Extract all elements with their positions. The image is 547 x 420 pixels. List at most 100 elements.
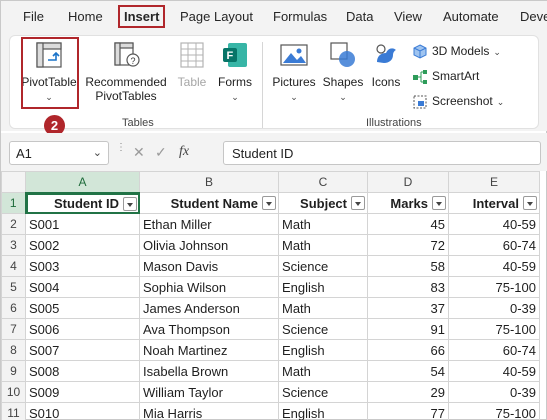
column-header-d[interactable]: D (367, 171, 449, 193)
tab-insert[interactable]: Insert (118, 5, 166, 28)
cell-interval[interactable]: 75-100 (448, 318, 540, 340)
cell-student-name[interactable]: Mia Harris (139, 402, 279, 420)
cell-student-id[interactable]: S007 (25, 339, 140, 361)
cell-subject[interactable]: Science (278, 318, 368, 340)
cell-subject[interactable]: Math (278, 234, 368, 256)
cell-student-name[interactable]: Ethan Miller (139, 213, 279, 235)
cell-interval[interactable]: 75-100 (448, 402, 540, 420)
cell-subject[interactable]: Science (278, 255, 368, 277)
row-header[interactable]: 4 (1, 255, 26, 277)
cell-subject[interactable]: Math (278, 297, 368, 319)
cell-subject[interactable]: Math (278, 213, 368, 235)
formula-input[interactable]: Student ID (223, 141, 541, 165)
cell-subject[interactable]: English (278, 339, 368, 361)
cell-student-id[interactable]: S006 (25, 318, 140, 340)
row-header[interactable]: 2 (1, 213, 26, 235)
tab-automate[interactable]: Automate (443, 9, 499, 24)
cell-student-id[interactable]: S002 (25, 234, 140, 256)
cell-marks[interactable]: 54 (367, 360, 449, 382)
cell-student-name[interactable]: Sophia Wilson (139, 276, 279, 298)
tab-formulas[interactable]: Formulas (273, 9, 327, 24)
cell-student-id[interactable]: S004 (25, 276, 140, 298)
cell-marks[interactable]: 91 (367, 318, 449, 340)
tab-home[interactable]: Home (68, 9, 103, 24)
header-cell-marks[interactable]: Marks (367, 192, 449, 214)
tab-page-layout[interactable]: Page Layout (180, 9, 253, 24)
cell-student-name[interactable]: Noah Martinez (139, 339, 279, 361)
cell-interval[interactable]: 75-100 (448, 276, 540, 298)
cell-student-id[interactable]: S010 (25, 402, 140, 420)
cell-marks[interactable]: 58 (367, 255, 449, 277)
name-box[interactable]: A1 ⌄ (9, 141, 109, 165)
row-header[interactable]: 10 (1, 381, 26, 403)
row-header[interactable]: 1 (1, 192, 27, 214)
cell-marks[interactable]: 29 (367, 381, 449, 403)
cell-marks[interactable]: 83 (367, 276, 449, 298)
row-header[interactable]: 8 (1, 339, 26, 361)
cell-student-name[interactable]: Isabella Brown (139, 360, 279, 382)
screenshot-button[interactable]: Screenshot ⌄ (412, 94, 504, 110)
recommended-pivottables-button[interactable]: ? Recommended PivotTables (83, 40, 169, 103)
cell-student-name[interactable]: Mason Davis (139, 255, 279, 277)
tab-developer[interactable]: Deve (520, 9, 547, 24)
header-cell-subject[interactable]: Subject (278, 192, 368, 214)
filter-dropdown-icon[interactable] (523, 196, 537, 210)
filter-dropdown-icon[interactable] (432, 196, 446, 210)
pictures-button[interactable]: Pictures ⌄ (268, 40, 320, 102)
cell-marks[interactable]: 37 (367, 297, 449, 319)
column-header-a[interactable]: A (25, 171, 140, 194)
cell-subject[interactable]: English (278, 276, 368, 298)
row-header[interactable]: 9 (1, 360, 26, 382)
insert-function-icon[interactable]: fx (179, 144, 189, 160)
3d-models-button[interactable]: 3D Models ⌄ (412, 44, 501, 60)
column-header-c[interactable]: C (278, 171, 368, 193)
cancel-icon[interactable]: ✕ (133, 144, 145, 161)
cell-student-name[interactable]: Ava Thompson (139, 318, 279, 340)
cell-marks[interactable]: 66 (367, 339, 449, 361)
header-cell-student-name[interactable]: Student Name (139, 192, 279, 214)
cell-marks[interactable]: 77 (367, 402, 449, 420)
icons-button[interactable]: Icons (368, 40, 404, 89)
row-header[interactable]: 3 (1, 234, 26, 256)
cell-student-id[interactable]: S008 (25, 360, 140, 382)
forms-button[interactable]: F Forms ⌄ (215, 40, 255, 102)
cell-student-id[interactable]: S003 (25, 255, 140, 277)
filter-dropdown-icon[interactable] (351, 196, 365, 210)
cell-interval[interactable]: 0-39 (448, 297, 540, 319)
column-header-e[interactable]: E (448, 171, 540, 193)
select-all-corner[interactable] (1, 171, 26, 193)
tab-file[interactable]: File (23, 9, 44, 24)
cell-student-id[interactable]: S009 (25, 381, 140, 403)
table-button[interactable]: Table (174, 40, 210, 89)
cell-student-id[interactable]: S005 (25, 297, 140, 319)
cell-student-name[interactable]: James Anderson (139, 297, 279, 319)
tab-view[interactable]: View (394, 9, 422, 24)
cell-interval[interactable]: 60-74 (448, 339, 540, 361)
row-header[interactable]: 11 (1, 402, 26, 420)
row-header[interactable]: 7 (1, 318, 26, 340)
cell-interval[interactable]: 40-59 (448, 255, 540, 277)
enter-icon[interactable]: ✓ (155, 144, 167, 161)
shapes-button[interactable]: Shapes ⌄ (320, 40, 366, 102)
header-cell-student-id[interactable]: Student ID (25, 192, 140, 214)
cell-student-name[interactable]: Olivia Johnson (139, 234, 279, 256)
cell-interval[interactable]: 0-39 (448, 381, 540, 403)
header-cell-interval[interactable]: Interval (448, 192, 540, 214)
cell-interval[interactable]: 40-59 (448, 360, 540, 382)
cell-interval[interactable]: 40-59 (448, 213, 540, 235)
cell-student-name[interactable]: William Taylor (139, 381, 279, 403)
cell-subject[interactable]: Science (278, 381, 368, 403)
cell-marks[interactable]: 72 (367, 234, 449, 256)
row-header[interactable]: 6 (1, 297, 26, 319)
cell-student-id[interactable]: S001 (25, 213, 140, 235)
smartart-button[interactable]: SmartArt (412, 69, 479, 85)
cell-marks[interactable]: 45 (367, 213, 449, 235)
tab-data[interactable]: Data (346, 9, 373, 24)
column-header-b[interactable]: B (139, 171, 279, 193)
cell-subject[interactable]: English (278, 402, 368, 420)
filter-dropdown-icon[interactable] (262, 196, 276, 210)
row-header[interactable]: 5 (1, 276, 26, 298)
filter-dropdown-icon[interactable] (123, 196, 137, 211)
cell-subject[interactable]: Math (278, 360, 368, 382)
cell-interval[interactable]: 60-74 (448, 234, 540, 256)
